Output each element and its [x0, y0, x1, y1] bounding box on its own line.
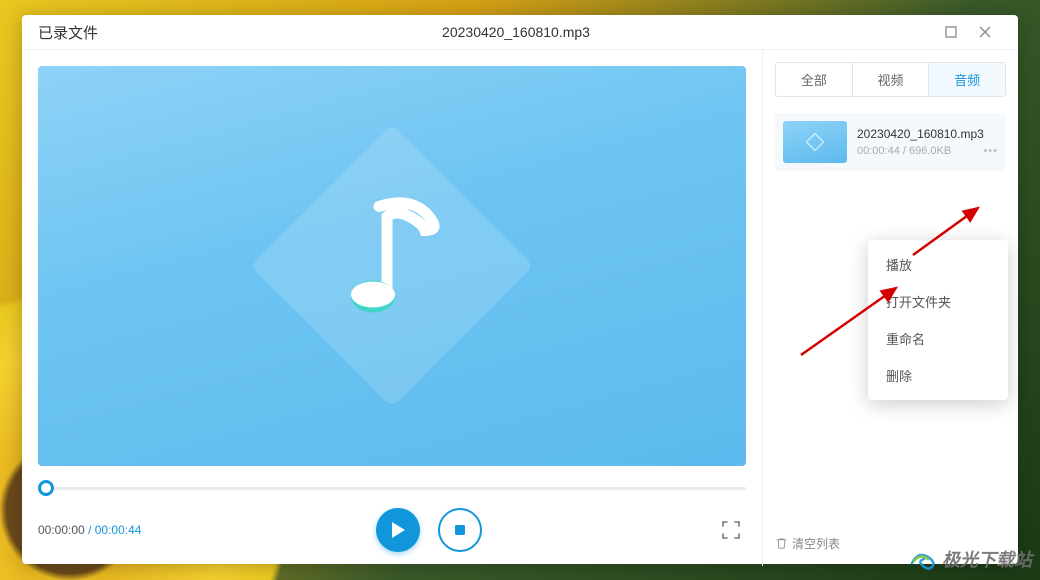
- file-duration: 00:00:44: [857, 145, 900, 157]
- stop-button[interactable]: [438, 508, 482, 552]
- center-controls: [141, 508, 716, 552]
- ctx-play[interactable]: 播放: [868, 246, 1008, 283]
- watermark: 极光下载站: [908, 546, 1032, 572]
- title-bar: 已录文件 20230420_160810.mp3: [22, 15, 1018, 50]
- trash-icon: [775, 537, 788, 550]
- music-note-icon: [337, 195, 447, 325]
- maximize-button[interactable]: [934, 15, 968, 49]
- total-time: 00:00:44: [95, 523, 142, 537]
- file-list-item[interactable]: 20230420_160810.mp3 00:00:44 / 696.0KB •…: [775, 113, 1006, 171]
- watermark-text: 极光下载站: [942, 546, 1032, 572]
- slider-track: [38, 487, 746, 490]
- ctx-rename[interactable]: 重命名: [868, 320, 1008, 357]
- player-pane: 00:00:00 / 00:00:44: [22, 50, 763, 566]
- clear-list-label: 清空列表: [792, 535, 840, 552]
- window-title-filename: 20230420_160810.mp3: [98, 24, 934, 40]
- timecode: 00:00:00 / 00:00:44: [38, 523, 141, 537]
- close-button[interactable]: [968, 15, 1002, 49]
- progress-slider[interactable]: [38, 480, 746, 496]
- file-more-button[interactable]: •••: [983, 145, 1002, 157]
- media-preview: [38, 66, 746, 466]
- current-time: 00:00:00: [38, 523, 85, 537]
- slider-thumb[interactable]: [38, 480, 54, 496]
- file-sub-info: 00:00:44 / 696.0KB •••: [857, 145, 1002, 157]
- app-window: 已录文件 20230420_160810.mp3: [22, 15, 1018, 564]
- close-icon: [979, 26, 991, 38]
- player-controls: 00:00:00 / 00:00:44: [38, 506, 746, 554]
- window-body: 00:00:00 / 00:00:44: [22, 50, 1018, 566]
- square-icon: [945, 26, 957, 38]
- file-meta: 20230420_160810.mp3 00:00:44 / 696.0KB •…: [857, 121, 1002, 163]
- tab-video[interactable]: 视频: [853, 63, 930, 96]
- window-title-left: 已录文件: [38, 22, 98, 43]
- tab-all[interactable]: 全部: [776, 63, 853, 96]
- fullscreen-icon: [722, 521, 740, 539]
- file-name-label: 20230420_160810.mp3: [857, 127, 1002, 141]
- ctx-open-folder[interactable]: 打开文件夹: [868, 283, 1008, 320]
- file-size: 696.0KB: [909, 145, 951, 157]
- file-list-pane: 全部 视频 音频 20230420_160810.mp3 00:00:44 / …: [763, 50, 1018, 566]
- cube-icon: [806, 133, 824, 151]
- file-context-menu: 播放 打开文件夹 重命名 删除: [868, 240, 1008, 400]
- tab-audio[interactable]: 音频: [929, 63, 1005, 96]
- play-button[interactable]: [376, 508, 420, 552]
- filter-tabs: 全部 视频 音频: [775, 62, 1006, 97]
- file-thumbnail: [783, 121, 847, 163]
- watermark-logo-icon: [908, 547, 938, 571]
- ctx-delete[interactable]: 删除: [868, 357, 1008, 394]
- fullscreen-button[interactable]: [716, 515, 746, 545]
- stop-icon: [453, 523, 467, 537]
- play-icon: [390, 521, 406, 539]
